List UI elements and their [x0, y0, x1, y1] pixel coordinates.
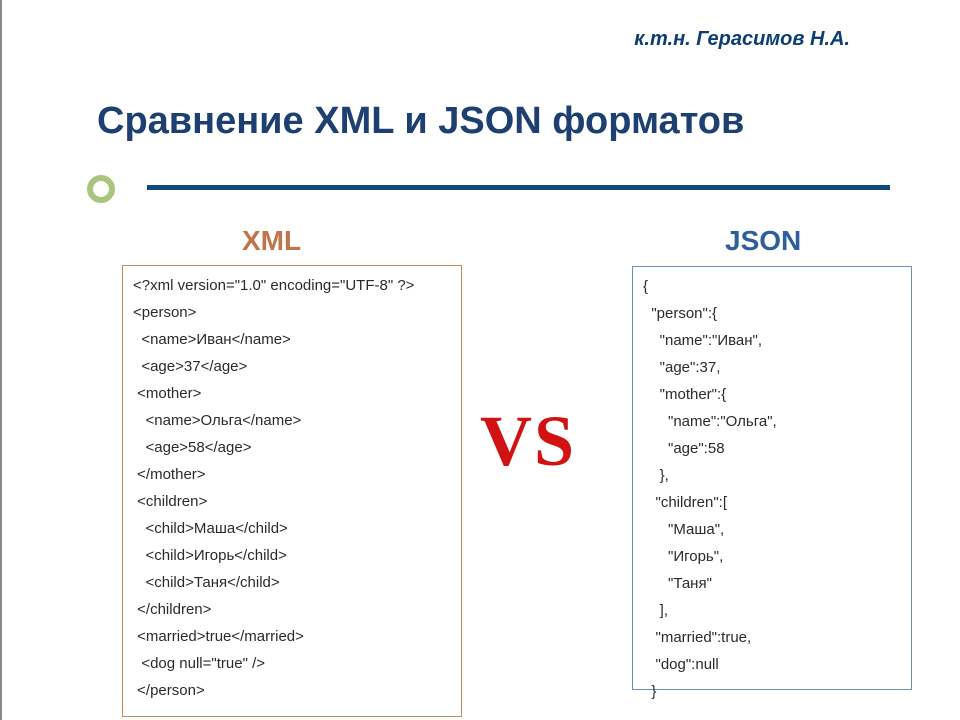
- title-underline: [147, 185, 890, 190]
- author-label: к.т.н. Герасимов Н.А.: [634, 28, 850, 51]
- xml-column-heading: XML: [242, 225, 301, 257]
- json-code-block: { "person":{ "name":"Иван", "age":37, "m…: [632, 266, 912, 690]
- json-column-heading: JSON: [725, 225, 801, 257]
- slide-title: Сравнение XML и JSON форматов: [97, 100, 920, 143]
- vs-label: VS: [480, 400, 576, 483]
- xml-code-block: <?xml version="1.0" encoding="UTF-8" ?> …: [122, 265, 462, 717]
- title-bullet-icon: [87, 175, 115, 203]
